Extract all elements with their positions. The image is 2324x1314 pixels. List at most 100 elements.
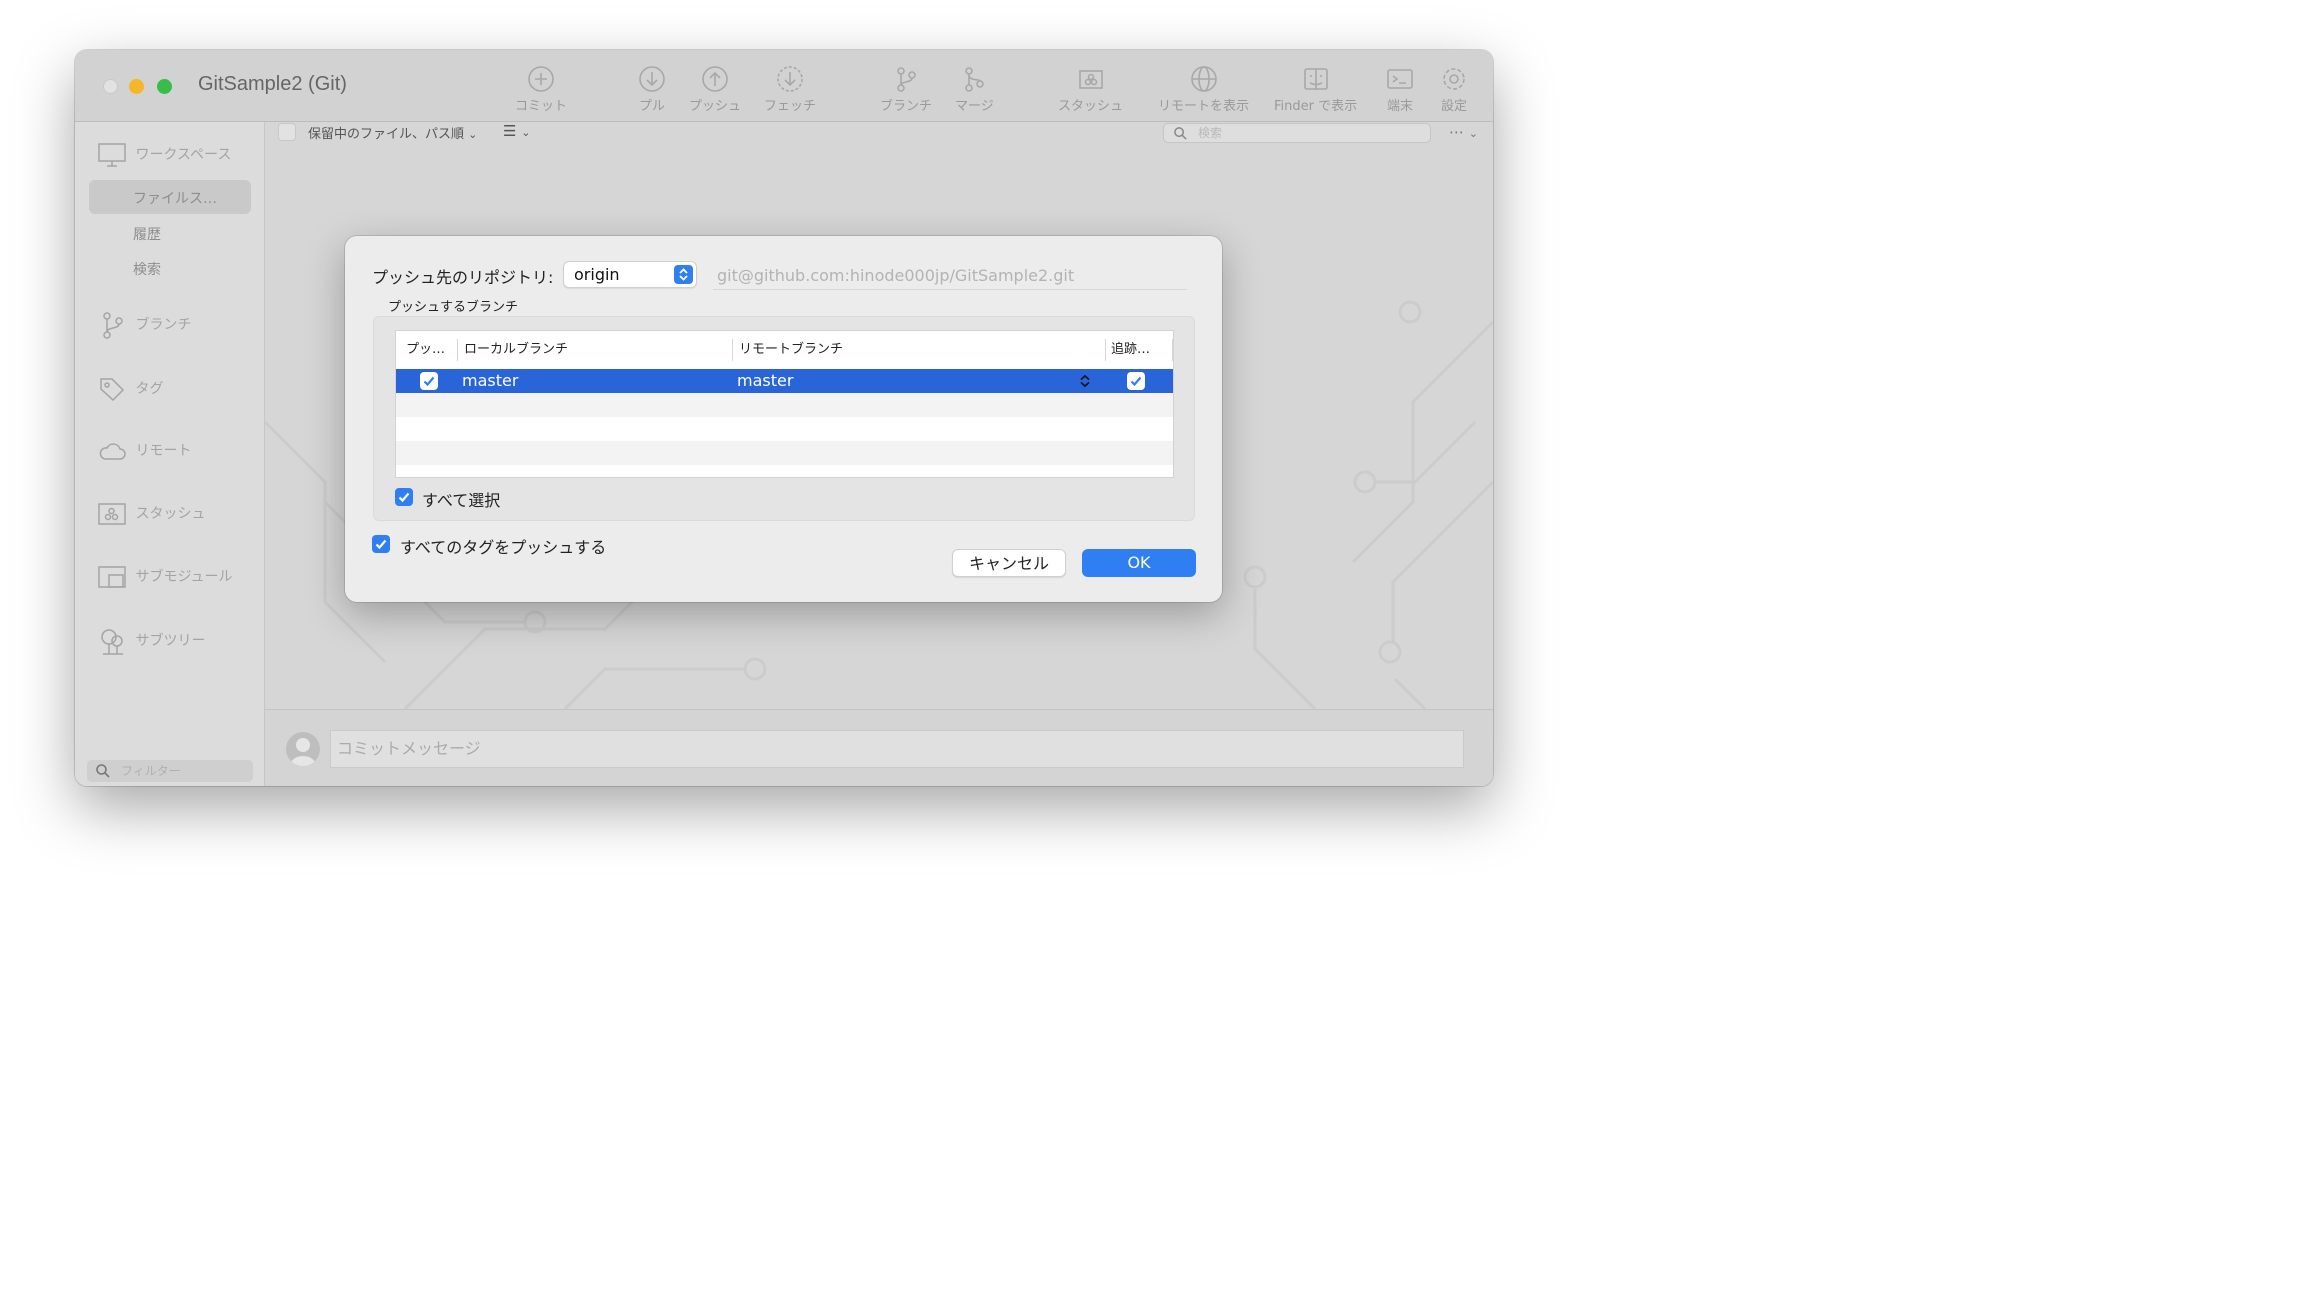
list-view-menu[interactable]: ☰ ⌄ [503,122,530,140]
submodule-icon [97,566,127,588]
sidebar-item-search[interactable]: 検索 [133,259,161,279]
plus-circle-icon [526,64,556,94]
commit-message-input[interactable]: コミットメッセージ [330,730,1464,768]
push-repo-value: origin [574,265,620,284]
table-row[interactable]: master master [396,369,1173,393]
select-all-checkbox[interactable] [395,488,413,506]
sidebar-filter-placeholder: フィルター [121,764,181,778]
push-branch-checkbox[interactable] [420,372,438,390]
toolbar-terminal-button[interactable]: 端末 [1385,64,1415,114]
ellipsis-circle-icon: ⋯ [1449,123,1464,141]
local-branch-name: master [462,371,519,390]
file-filter-dropdown[interactable]: 保留中のファイル、パス順 ⌄ [308,123,477,142]
remote-branch-select[interactable]: master [737,369,793,393]
toolbar-branch-label: ブランチ [880,99,933,114]
sidebar-item-workspace[interactable]: ワークスペース [97,142,231,168]
sidebar-item-tags[interactable]: タグ [97,374,163,404]
push-repo-select[interactable]: origin [563,261,697,288]
column-header-track[interactable]: 追跡… [1105,331,1173,369]
window-title: GitSample2 (Git) [198,73,347,95]
commit-message-placeholder: コミットメッセージ [337,739,481,758]
minimize-window-button[interactable] [129,79,144,94]
sidebar-tags-label: タグ [135,381,164,397]
push-repo-url: git@github.com:hinode000jp/GitSample2.gi… [713,262,1187,290]
table-row-empty [396,441,1173,465]
file-toolbar: 保留中のファイル、パス順 ⌄ ☰ ⌄ 検索 ⋯ ⌄ [265,122,1493,144]
sidebar-item-submodules[interactable]: サブモジュール [97,564,232,590]
toolbar-settings-button[interactable]: 設定 [1439,64,1469,114]
toolbar-commit-label: コミット [515,99,568,114]
branch-group-label: プッシュするブランチ [388,300,519,315]
branch-table: プッ… ローカルブランチ リモートブランチ 追跡… master master [395,330,1174,478]
gear-icon [1439,64,1469,94]
tag-icon [97,378,127,402]
push-dialog: プッシュ先のリポジトリ: origin git@github.com:hinod… [345,236,1222,602]
sidebar-item-file-status[interactable]: ファイルス… [133,188,217,208]
toolbar-branch-button[interactable]: ブランチ [880,64,932,114]
select-all-label: すべて選択 [422,491,501,510]
branch-icon [891,64,921,94]
arrow-up-circle-icon [700,64,730,94]
column-header-push[interactable]: プッ… [400,331,456,369]
toolbar-fetch-button[interactable]: フェッチ [764,64,816,114]
ok-button[interactable]: OK [1082,549,1196,577]
sidebar-item-subtrees[interactable]: サブツリー [97,626,205,656]
search-input[interactable]: 検索 [1163,123,1431,143]
push-all-tags-checkbox[interactable] [372,535,390,553]
sidebar-item-history[interactable]: 履歴 [133,224,161,244]
sidebar-filter-input[interactable]: フィルター [87,760,253,782]
tree-icon [97,629,127,655]
toolbar-pull-button[interactable]: プル [637,64,667,114]
sidebar-item-branches[interactable]: ブランチ [97,310,191,340]
select-all-files-checkbox[interactable] [278,123,296,141]
column-header-remote-branch[interactable]: リモートブランチ [733,331,1105,369]
cloud-icon [97,443,127,460]
search-placeholder: 検索 [1198,126,1223,140]
track-branch-checkbox[interactable] [1127,372,1145,390]
more-options-button[interactable]: ⋯ ⌄ [1449,123,1478,141]
sidebar: ワークスペース ファイルス… 履歴 検索 ブランチ タグ リモート スタッシュ … [75,122,265,786]
monitor-icon [97,143,127,167]
toolbar-commit-button[interactable]: コミット [515,64,567,114]
sidebar-stashes-label: スタッシュ [135,506,206,522]
sidebar-workspace-label: ワークスペース [135,147,232,163]
branch-group-box: プッ… ローカルブランチ リモートブランチ 追跡… master master [373,316,1195,521]
column-header-local-branch[interactable]: ローカルブランチ [458,331,732,369]
file-filter-label: 保留中のファイル、パス順 [308,127,465,142]
sidebar-item-stashes[interactable]: スタッシュ [97,501,205,527]
titlebar: GitSample2 (Git) コミット プル プッシュ フェッチ ブランチ … [75,50,1493,122]
sidebar-branches-label: ブランチ [135,317,192,333]
zoom-window-button[interactable] [157,79,172,94]
sidebar-remotes-label: リモート [135,443,192,459]
toolbar-stash-button[interactable]: スタッシュ [1058,64,1123,114]
avatar [286,732,320,766]
stash-icon [97,503,127,525]
merge-icon [959,64,989,94]
sidebar-item-remotes[interactable]: リモート [97,439,191,463]
search-icon [95,763,111,786]
updown-chevron-icon [1077,373,1093,393]
sidebar-submodules-label: サブモジュール [135,569,233,585]
cancel-button[interactable]: キャンセル [952,549,1066,577]
updown-chevron-icon [674,265,693,284]
search-icon [1173,126,1188,146]
finder-icon [1301,64,1331,94]
toolbar-show-remote-button[interactable]: リモートを表示 [1158,64,1249,114]
push-all-tags-label: すべてのタグをプッシュする [400,538,607,557]
toolbar-push-button[interactable]: プッシュ [689,64,741,114]
toolbar-merge-label: マージ [955,99,994,114]
sidebar-subtrees-label: サブツリー [135,633,206,649]
toolbar-show-remote-label: リモートを表示 [1158,99,1250,114]
table-row-empty [396,393,1173,417]
chevron-down-icon: ⌄ [1468,127,1478,140]
close-window-button[interactable] [103,79,118,94]
terminal-icon [1385,64,1415,94]
stash-icon [1076,64,1106,94]
toolbar-finder-button[interactable]: Finder で表示 [1274,64,1357,114]
push-repo-label: プッシュ先のリポジトリ: [372,268,554,287]
toolbar-push-label: プッシュ [689,99,742,114]
dashed-arrow-down-circle-icon [775,64,805,94]
toolbar-settings-label: 設定 [1440,99,1467,114]
toolbar-merge-button[interactable]: マージ [955,64,994,114]
chevron-down-icon: ⌄ [521,126,531,139]
